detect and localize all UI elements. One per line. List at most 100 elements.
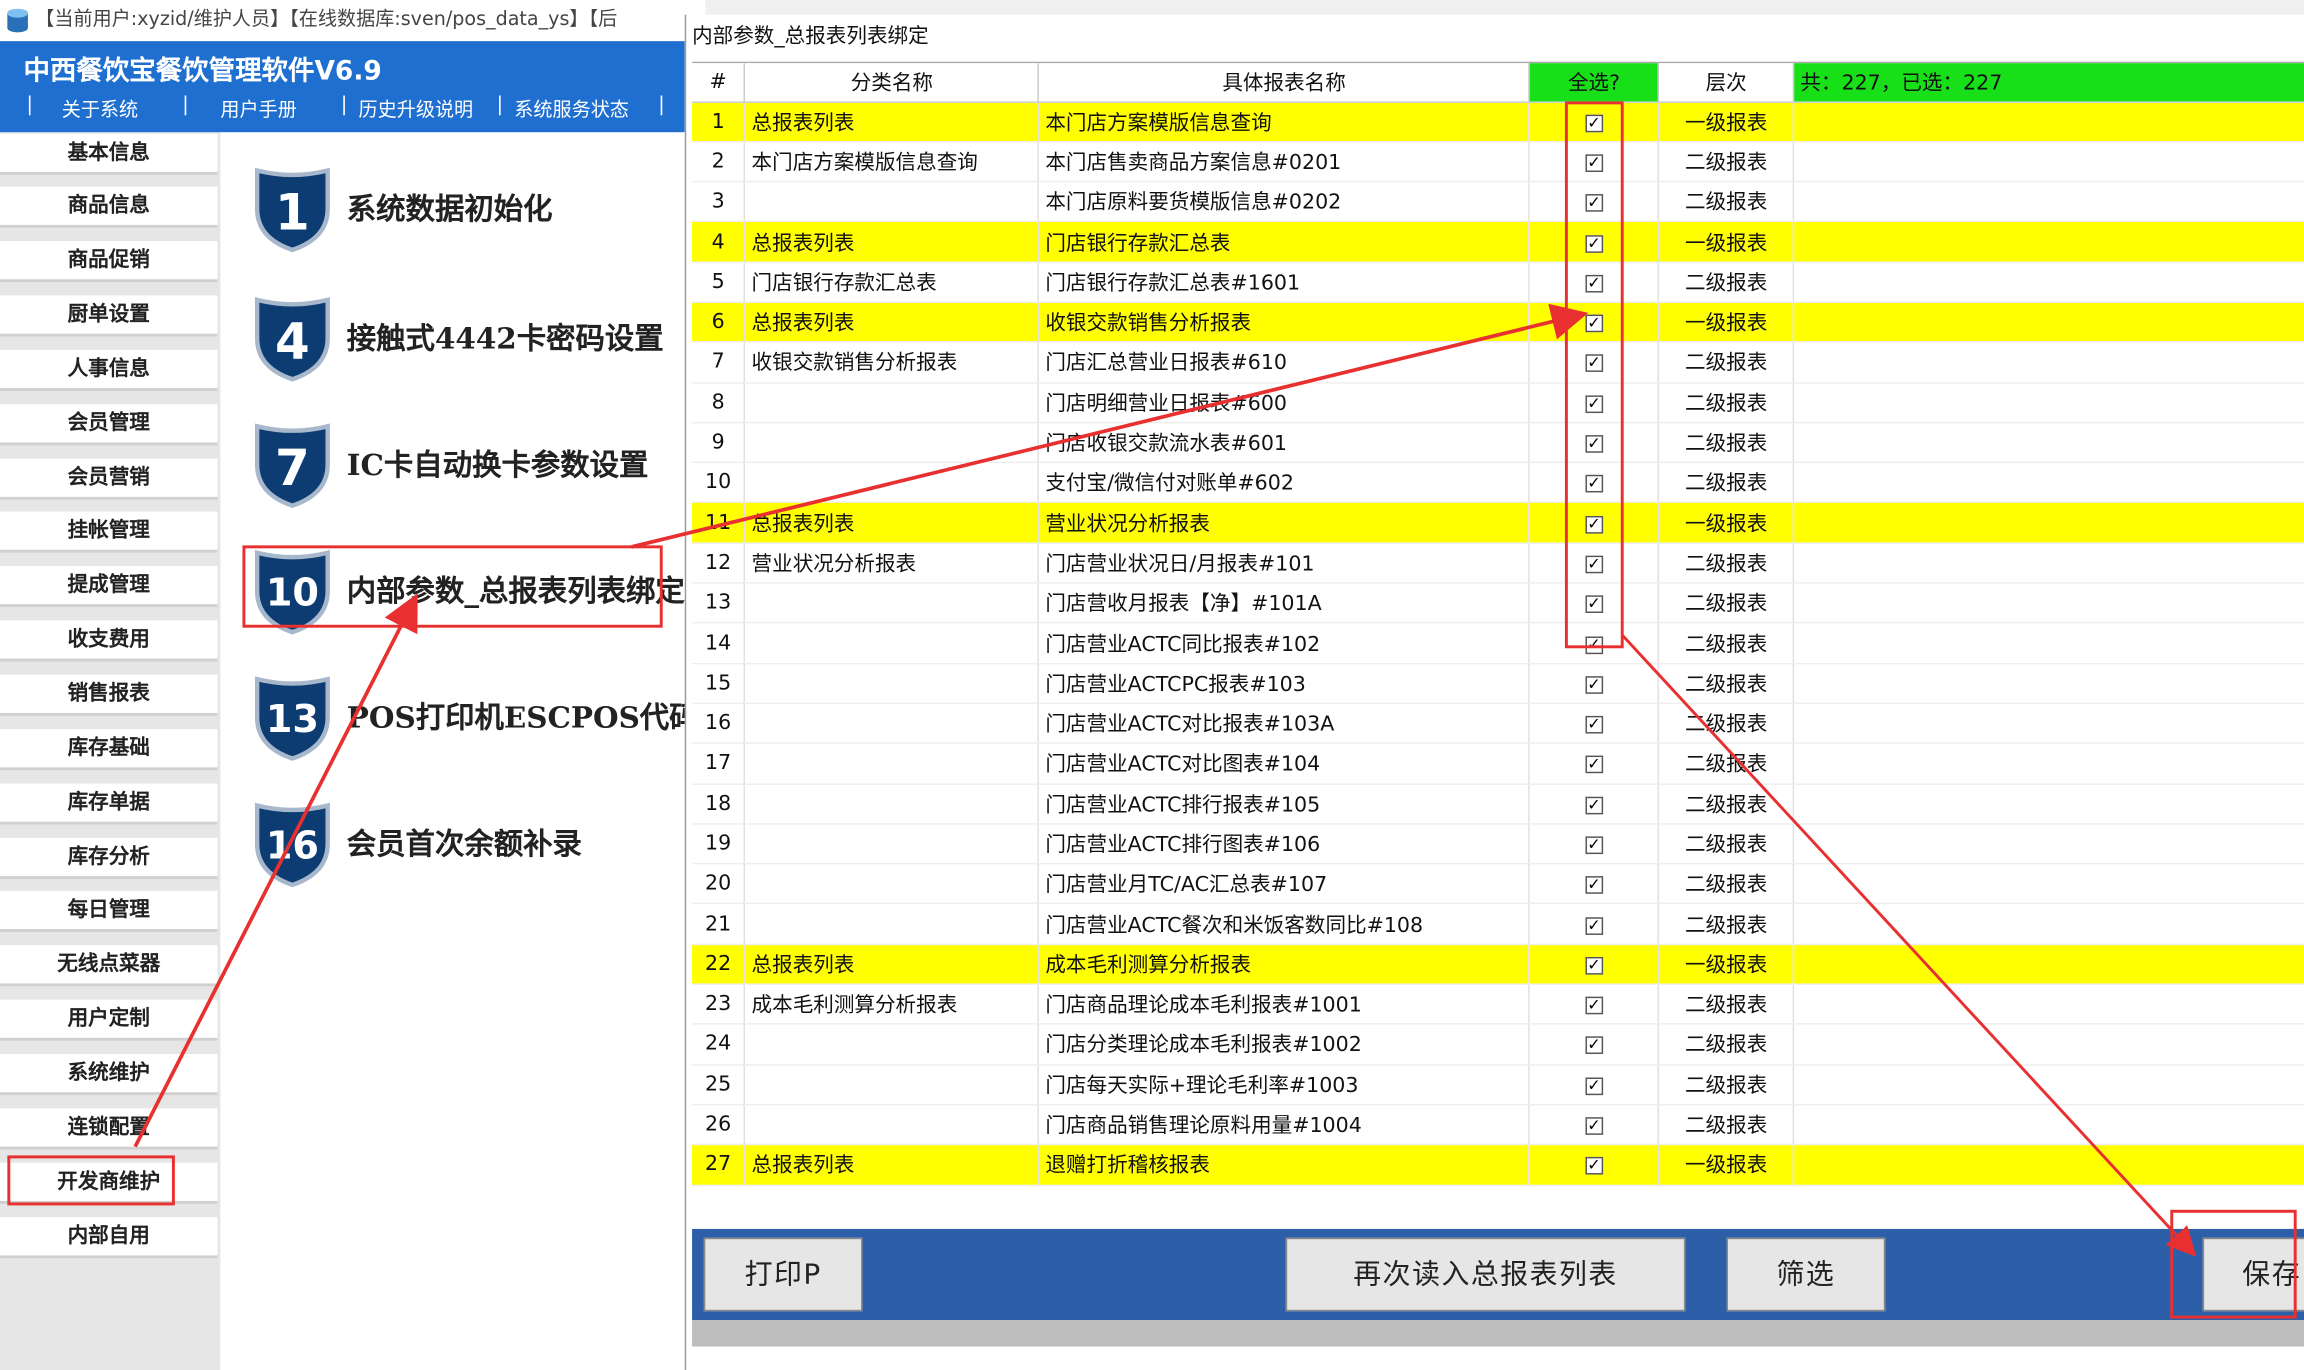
function-label: 内部参数_总报表列表绑定 bbox=[346, 573, 685, 609]
table-row[interactable]: 9 门店收银交款流水表#601 ✓ 二级报表 bbox=[692, 422, 2304, 464]
table-row[interactable]: 12 营业状况分析报表 门店营业状况日/月报表#101 ✓ 二级报表 bbox=[692, 542, 2304, 584]
row-checkbox[interactable]: ✓ bbox=[1585, 836, 1603, 855]
row-checkbox[interactable]: ✓ bbox=[1585, 796, 1603, 814]
sidebar-item[interactable]: 商品促销 bbox=[0, 241, 218, 283]
table-row[interactable]: 14 门店营业ACTC同比报表#102 ✓ 二级报表 bbox=[692, 623, 2304, 664]
select-cell: ✓ bbox=[1529, 1144, 1660, 1186]
table-row[interactable]: 22 总报表列表 成本毛利测算分析报表 ✓ 一级报表 bbox=[692, 944, 2304, 985]
row-checkbox[interactable]: ✓ bbox=[1585, 1077, 1603, 1095]
sidebar-item[interactable]: 基本信息 bbox=[0, 133, 218, 175]
sidebar-item-selected[interactable]: 开发商维护 bbox=[0, 1162, 218, 1204]
function-item[interactable]: 16 会员首次余额补录 bbox=[253, 800, 694, 888]
select-cell: ✓ bbox=[1529, 141, 1660, 183]
category-cell: 总报表列表 bbox=[744, 1144, 1040, 1186]
sidebar-item[interactable]: 连锁配置 bbox=[0, 1108, 218, 1150]
sidebar-item[interactable]: 内部自用 bbox=[0, 1216, 218, 1258]
filter-button[interactable]: 筛选 bbox=[1726, 1237, 1886, 1312]
table-row[interactable]: 16 门店营业ACTC对比报表#103A ✓ 二级报表 bbox=[692, 703, 2304, 745]
row-checkbox[interactable]: ✓ bbox=[1585, 1157, 1603, 1176]
row-checkbox[interactable]: ✓ bbox=[1585, 636, 1603, 654]
sidebar-item[interactable]: 系统维护 bbox=[0, 1053, 218, 1096]
row-checkbox[interactable]: ✓ bbox=[1585, 916, 1603, 935]
table-row[interactable]: 24 门店分类理论成本毛利报表#1002 ✓ 二级报表 bbox=[692, 1024, 2304, 1066]
function-item[interactable]: 10 内部参数_总报表列表绑定 bbox=[253, 547, 694, 635]
row-checkbox[interactable]: ✓ bbox=[1585, 1117, 1603, 1135]
table-row[interactable]: 1 总报表列表 本门店方案模版信息查询 ✓ 一级报表 bbox=[692, 101, 2304, 143]
row-checkbox[interactable]: ✓ bbox=[1585, 1037, 1603, 1055]
row-checkbox[interactable]: ✓ bbox=[1585, 355, 1603, 373]
row-checkbox[interactable]: ✓ bbox=[1585, 435, 1603, 453]
table-row[interactable]: 13 门店营收月报表【净】#101A ✓ 二级报表 bbox=[692, 582, 2304, 624]
row-checkbox[interactable]: ✓ bbox=[1585, 395, 1603, 413]
sidebar-item[interactable]: 销售报表 bbox=[0, 674, 218, 716]
row-checkbox[interactable]: ✓ bbox=[1585, 515, 1603, 534]
row-checkbox[interactable]: ✓ bbox=[1585, 114, 1603, 132]
row-checkbox[interactable]: ✓ bbox=[1585, 475, 1603, 493]
row-checkbox[interactable]: ✓ bbox=[1585, 315, 1603, 333]
select-cell: ✓ bbox=[1529, 181, 1660, 223]
row-checkbox[interactable]: ✓ bbox=[1585, 235, 1603, 253]
row-checkbox[interactable]: ✓ bbox=[1585, 154, 1603, 172]
table-row[interactable]: 27 总报表列表 退赠打折稽核报表 ✓ 一级报表 bbox=[692, 1144, 2304, 1186]
sidebar-item[interactable]: 人事信息 bbox=[0, 349, 218, 391]
table-row[interactable]: 3 本门店原料要货模版信息#0202 ✓ 二级报表 bbox=[692, 181, 2304, 223]
function-item[interactable]: 1 系统数据初始化 bbox=[253, 165, 694, 253]
table-row[interactable]: 10 支付宝/微信付对账单#602 ✓ 二级报表 bbox=[692, 462, 2304, 504]
menu-item-changelog[interactable]: 历史升级说明 bbox=[359, 94, 474, 122]
menu-item-manual[interactable]: 用户手册 bbox=[220, 94, 296, 122]
print-button[interactable]: 打印P bbox=[703, 1237, 863, 1312]
sidebar-item[interactable]: 提成管理 bbox=[0, 566, 218, 608]
table-row[interactable]: 25 门店每天实际+理论毛利率#1003 ✓ 二级报表 bbox=[692, 1064, 2304, 1106]
sidebar-item[interactable]: 会员营销 bbox=[0, 458, 218, 500]
level-cell: 二级报表 bbox=[1658, 1064, 1795, 1106]
row-checkbox[interactable]: ✓ bbox=[1585, 676, 1603, 694]
row-checkbox[interactable]: ✓ bbox=[1585, 194, 1603, 213]
sidebar-item[interactable]: 每日管理 bbox=[0, 891, 218, 933]
row-checkbox[interactable]: ✓ bbox=[1585, 996, 1603, 1015]
function-item[interactable]: 4 接触式4442卡密码设置 bbox=[253, 294, 694, 382]
row-checkbox[interactable]: ✓ bbox=[1585, 556, 1603, 574]
spacer-cell bbox=[1793, 1144, 2304, 1186]
table-row[interactable]: 2 本门店方案模版信息查询 本门店售卖商品方案信息#0201 ✓ 二级报表 bbox=[692, 141, 2304, 183]
sidebar-item[interactable]: 库存分析 bbox=[0, 837, 218, 879]
row-checkbox[interactable]: ✓ bbox=[1585, 956, 1603, 975]
select-all-header[interactable]: 全选? bbox=[1529, 63, 1660, 103]
level-cell: 二级报表 bbox=[1658, 743, 1795, 785]
table-row[interactable]: 21 门店营业ACTC餐次和米饭客数同比#108 ✓ 二级报表 bbox=[692, 903, 2304, 945]
sidebar-item[interactable]: 库存基础 bbox=[0, 728, 218, 771]
function-item[interactable]: 13 POS打印机ESCPOS代码表 bbox=[253, 673, 728, 761]
sidebar-item[interactable]: 挂帐管理 bbox=[0, 512, 218, 554]
sidebar-item[interactable]: 无线点菜器 bbox=[0, 945, 218, 987]
sidebar-item[interactable]: 收支费用 bbox=[0, 620, 218, 662]
save-button[interactable]: 保存 bbox=[2202, 1237, 2304, 1312]
table-row[interactable]: 8 门店明细营业日报表#600 ✓ 二级报表 bbox=[692, 382, 2304, 424]
table-row[interactable]: 6 总报表列表 收银交款销售分析报表 ✓ 一级报表 bbox=[692, 302, 2304, 343]
sidebar-item[interactable]: 库存单据 bbox=[0, 783, 218, 825]
menu-item-about[interactable]: 关于系统 bbox=[62, 94, 138, 122]
row-checkbox[interactable]: ✓ bbox=[1585, 596, 1603, 614]
function-item[interactable]: 7 IC卡自动换卡参数设置 bbox=[253, 420, 694, 509]
table-row[interactable]: 17 门店营业ACTC对比图表#104 ✓ 二级报表 bbox=[692, 743, 2304, 785]
table-row[interactable]: 5 门店银行存款汇总表 门店银行存款汇总表#1601 ✓ 二级报表 bbox=[692, 261, 2304, 303]
sidebar-item[interactable]: 用户定制 bbox=[0, 999, 218, 1041]
table-row[interactable]: 7 收银交款销售分析报表 门店汇总营业日报表#610 ✓ 二级报表 bbox=[692, 342, 2304, 384]
row-checkbox[interactable]: ✓ bbox=[1585, 275, 1603, 293]
reload-report-list-button[interactable]: 再次读入总报表列表 bbox=[1285, 1237, 1686, 1312]
table-row[interactable]: 18 门店营业ACTC排行报表#105 ✓ 二级报表 bbox=[692, 783, 2304, 825]
report-name-cell: 支付宝/微信付对账单#602 bbox=[1038, 462, 1531, 504]
row-checkbox[interactable]: ✓ bbox=[1585, 876, 1603, 895]
menu-item-service-status[interactable]: 系统服务状态 bbox=[514, 94, 629, 122]
table-row[interactable]: 20 门店营业月TC/AC汇总表#107 ✓ 二级报表 bbox=[692, 863, 2304, 905]
table-row[interactable]: 15 门店营业ACTCPC报表#103 ✓ 二级报表 bbox=[692, 663, 2304, 705]
table-row[interactable]: 4 总报表列表 门店银行存款汇总表 ✓ 一级报表 bbox=[692, 221, 2304, 263]
sidebar-item[interactable]: 厨单设置 bbox=[0, 295, 218, 337]
col-header-report-name: 具体报表名称 bbox=[1038, 63, 1531, 103]
sidebar-item[interactable]: 商品信息 bbox=[0, 187, 218, 229]
table-row[interactable]: 26 门店商品销售理论原料用量#1004 ✓ 二级报表 bbox=[692, 1104, 2304, 1146]
sidebar-item[interactable]: 会员管理 bbox=[0, 403, 218, 446]
row-checkbox[interactable]: ✓ bbox=[1585, 716, 1603, 734]
table-row[interactable]: 11 总报表列表 营业状况分析报表 ✓ 一级报表 bbox=[692, 502, 2304, 544]
table-row[interactable]: 23 成本毛利测算分析报表 门店商品理论成本毛利报表#1001 ✓ 二级报表 bbox=[692, 984, 2304, 1026]
row-checkbox[interactable]: ✓ bbox=[1585, 756, 1603, 774]
table-row[interactable]: 19 门店营业ACTC排行图表#106 ✓ 二级报表 bbox=[692, 823, 2304, 865]
